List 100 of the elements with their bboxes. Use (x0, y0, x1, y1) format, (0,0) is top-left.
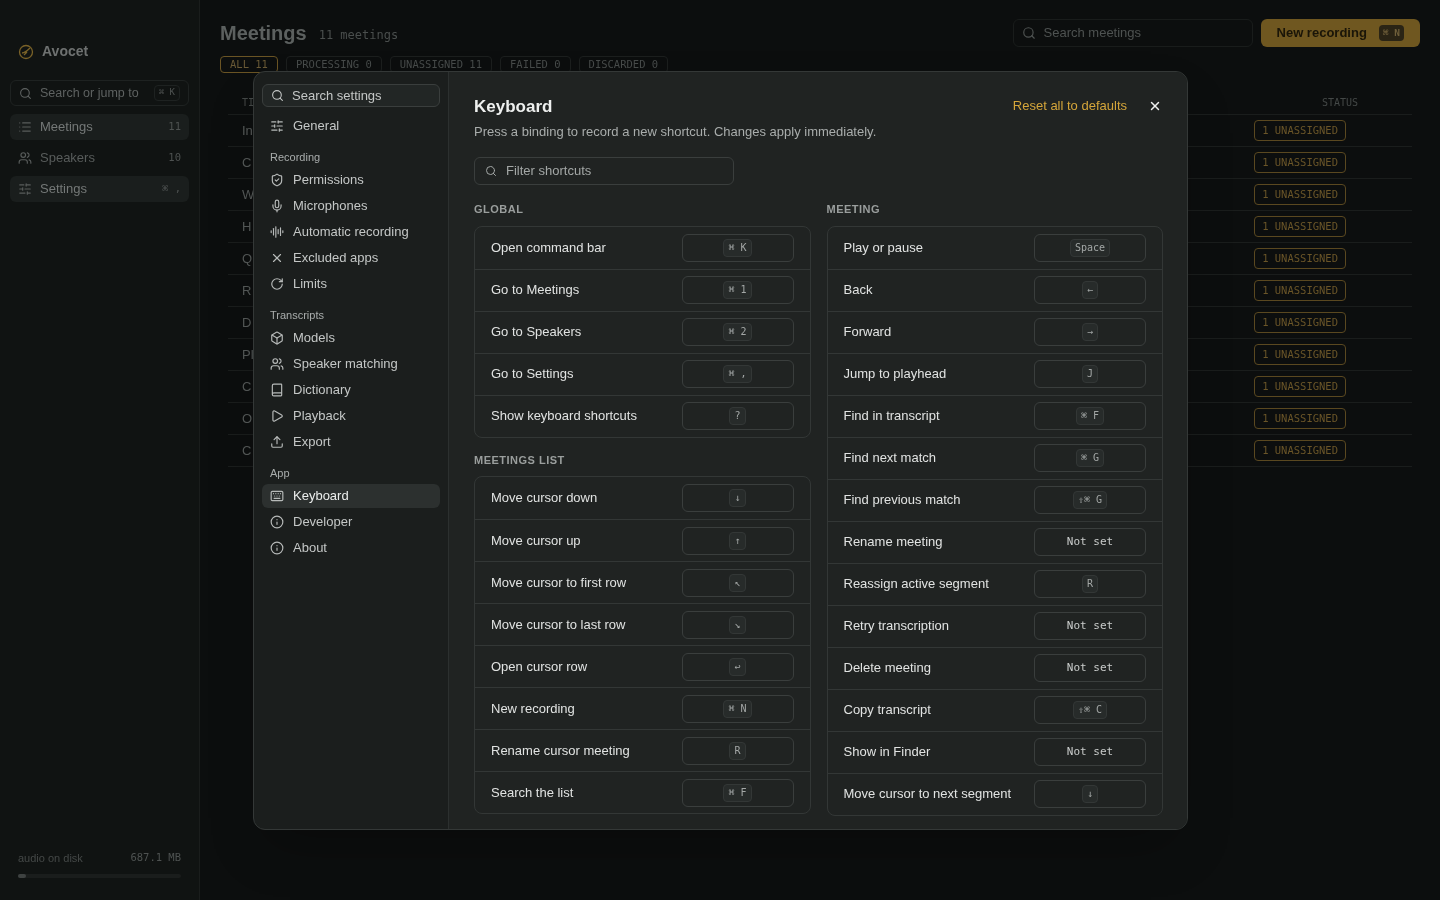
page-title: Meetings (220, 21, 307, 46)
settings-nav-item[interactable]: Dictionary (262, 378, 440, 402)
shield-icon (270, 173, 284, 187)
shortcut-binding[interactable]: → (1034, 318, 1146, 346)
shortcut-action: Find in transcript (843, 407, 941, 426)
settings-nav-item[interactable]: Playback (262, 404, 440, 428)
shortcut-binding[interactable]: ⇧⌘ C (1034, 696, 1146, 724)
key-cap: ? (729, 407, 746, 425)
settings-nav-item[interactable]: Automatic recording (262, 220, 440, 244)
table-cell-text: O (242, 409, 253, 428)
cube-icon (270, 331, 284, 345)
filter-field[interactable]: Filter shortcuts (474, 157, 734, 185)
shortcut-binding[interactable]: ← (1034, 276, 1146, 304)
key-cap: ↩ (729, 657, 746, 676)
shortcut-binding[interactable]: ↓ (1034, 780, 1146, 808)
shortcut-action: Go to Speakers (491, 323, 583, 342)
shortcut-action: Move cursor down (491, 489, 599, 508)
status-tag: 1 UNASSIGNED (1254, 375, 1346, 398)
shortcut-binding[interactable]: Not set (1034, 654, 1146, 682)
search-placeholder: Search meetings (1043, 24, 1142, 43)
shortcut-binding[interactable]: ⌘ 1 (681, 276, 794, 304)
settings-nav-item[interactable]: Excluded apps (262, 246, 440, 270)
info-icon (270, 515, 284, 529)
shortcut-binding[interactable]: ⌘ K (681, 233, 794, 262)
people-icon (270, 357, 284, 371)
shortcut-action: Rename meeting (843, 533, 944, 552)
shortcut-binding[interactable]: ⌘ N (681, 694, 794, 723)
shortcut-binding[interactable]: ⌘ , (681, 360, 794, 388)
dialog-title: Keyboard (474, 96, 554, 118)
key-cap: R (729, 741, 746, 760)
key-cap: ↓ (729, 489, 746, 507)
shortcut-binding[interactable]: R (1034, 570, 1146, 598)
group-heading: Recording (269, 149, 322, 165)
settings-nav-item[interactable]: Keyboard (262, 484, 440, 508)
shortcut-binding[interactable]: Space (1034, 233, 1146, 262)
shortcut-binding[interactable]: ? (681, 402, 794, 430)
settings-nav-item[interactable]: Models (262, 326, 440, 350)
book-icon (270, 383, 284, 397)
shortcut-action: Jump to playhead (843, 365, 948, 384)
table-cell-text: Q (242, 249, 253, 268)
nav-item[interactable]: Settings ⌘ , (10, 176, 189, 202)
shortcut-binding[interactable]: Not set (1034, 612, 1146, 640)
key-cap: ⌘ N (723, 699, 752, 718)
search-field[interactable]: Search settings (262, 84, 440, 107)
status-tag: 1 UNASSIGNED (1254, 247, 1346, 270)
shortcut-binding[interactable]: ↖ (681, 568, 794, 597)
status-tag: 1 UNASSIGNED (1254, 439, 1346, 462)
key-cap: → (1082, 323, 1098, 341)
status-tag: 1 UNASSIGNED (1254, 215, 1346, 238)
table-cell-text: Pl (242, 345, 254, 364)
shortcut-action: Open cursor row (491, 657, 589, 676)
settings-nav-item[interactable]: Microphones (262, 194, 440, 218)
shortcut-action: Open command bar (491, 238, 607, 257)
key-cap: ⇧⌘ C (1072, 701, 1108, 719)
status-tag: 1 UNASSIGNED (1254, 183, 1346, 206)
shortcut-binding[interactable]: ⌘ G (1034, 444, 1146, 472)
column-header: STATUS (1321, 96, 1358, 110)
search-icon (1021, 26, 1036, 40)
reset-link[interactable]: Reset all to defaults (1012, 96, 1127, 116)
meeting-count: 11 meetings (318, 27, 399, 44)
shortcut-binding[interactable]: ⌘ F (681, 778, 794, 807)
shortcut-binding[interactable]: ↩ (681, 652, 794, 681)
status-tag: 1 UNASSIGNED (1254, 407, 1346, 430)
shortcut-binding[interactable]: ↑ (681, 526, 794, 555)
storage-value: 687.1 MB (130, 849, 181, 865)
settings-nav-item[interactable]: General (262, 114, 440, 138)
status-tag: 1 UNASSIGNED (1254, 279, 1346, 302)
shortcut-action: Back (843, 281, 874, 300)
key-cap: ⌘ 1 (723, 281, 752, 299)
shortcut-action: Forward (843, 323, 893, 342)
filter-placeholder: Filter shortcuts (506, 162, 592, 181)
shortcut-binding[interactable]: Not set (1034, 738, 1146, 766)
search-icon (271, 89, 284, 102)
settings-nav-item[interactable]: Permissions (262, 168, 440, 192)
shortcut-binding[interactable]: ⌘ F (1034, 402, 1146, 430)
settings-nav-item[interactable]: About (262, 536, 440, 560)
shortcut-binding[interactable]: ↓ (681, 484, 794, 512)
section-heading: MEETING (826, 202, 882, 217)
shortcut-action: Go to Meetings (491, 281, 581, 300)
table-cell-text: C (242, 377, 252, 396)
shortcut-action: Retry transcription (843, 617, 950, 636)
table-cell-text: R (242, 281, 252, 300)
shortcut-binding[interactable]: ⌘ 2 (681, 318, 794, 346)
key-cap: Space (1069, 238, 1111, 257)
table-cell-text: C (242, 153, 252, 172)
shortcut-action: Find previous match (843, 491, 962, 510)
shortcut-binding[interactable]: J (1034, 360, 1146, 388)
shortcut-binding[interactable]: ⇧⌘ G (1034, 486, 1146, 514)
shortcut-binding[interactable]: Not set (1034, 528, 1146, 556)
shortcut-binding[interactable]: ↘ (681, 610, 794, 639)
shortcut-binding[interactable]: R (681, 736, 794, 765)
settings-nav-item[interactable]: Limits (262, 272, 440, 296)
shortcut-action: Find next match (843, 449, 937, 468)
settings-nav-item[interactable]: Export (262, 430, 440, 454)
refresh-icon (270, 277, 284, 291)
shortcut-action: Rename cursor meeting (491, 741, 631, 760)
cross-icon (270, 251, 284, 265)
settings-nav-item[interactable]: Speaker matching (262, 352, 440, 376)
play-icon (270, 409, 284, 423)
settings-nav-item[interactable]: Developer (262, 510, 440, 534)
